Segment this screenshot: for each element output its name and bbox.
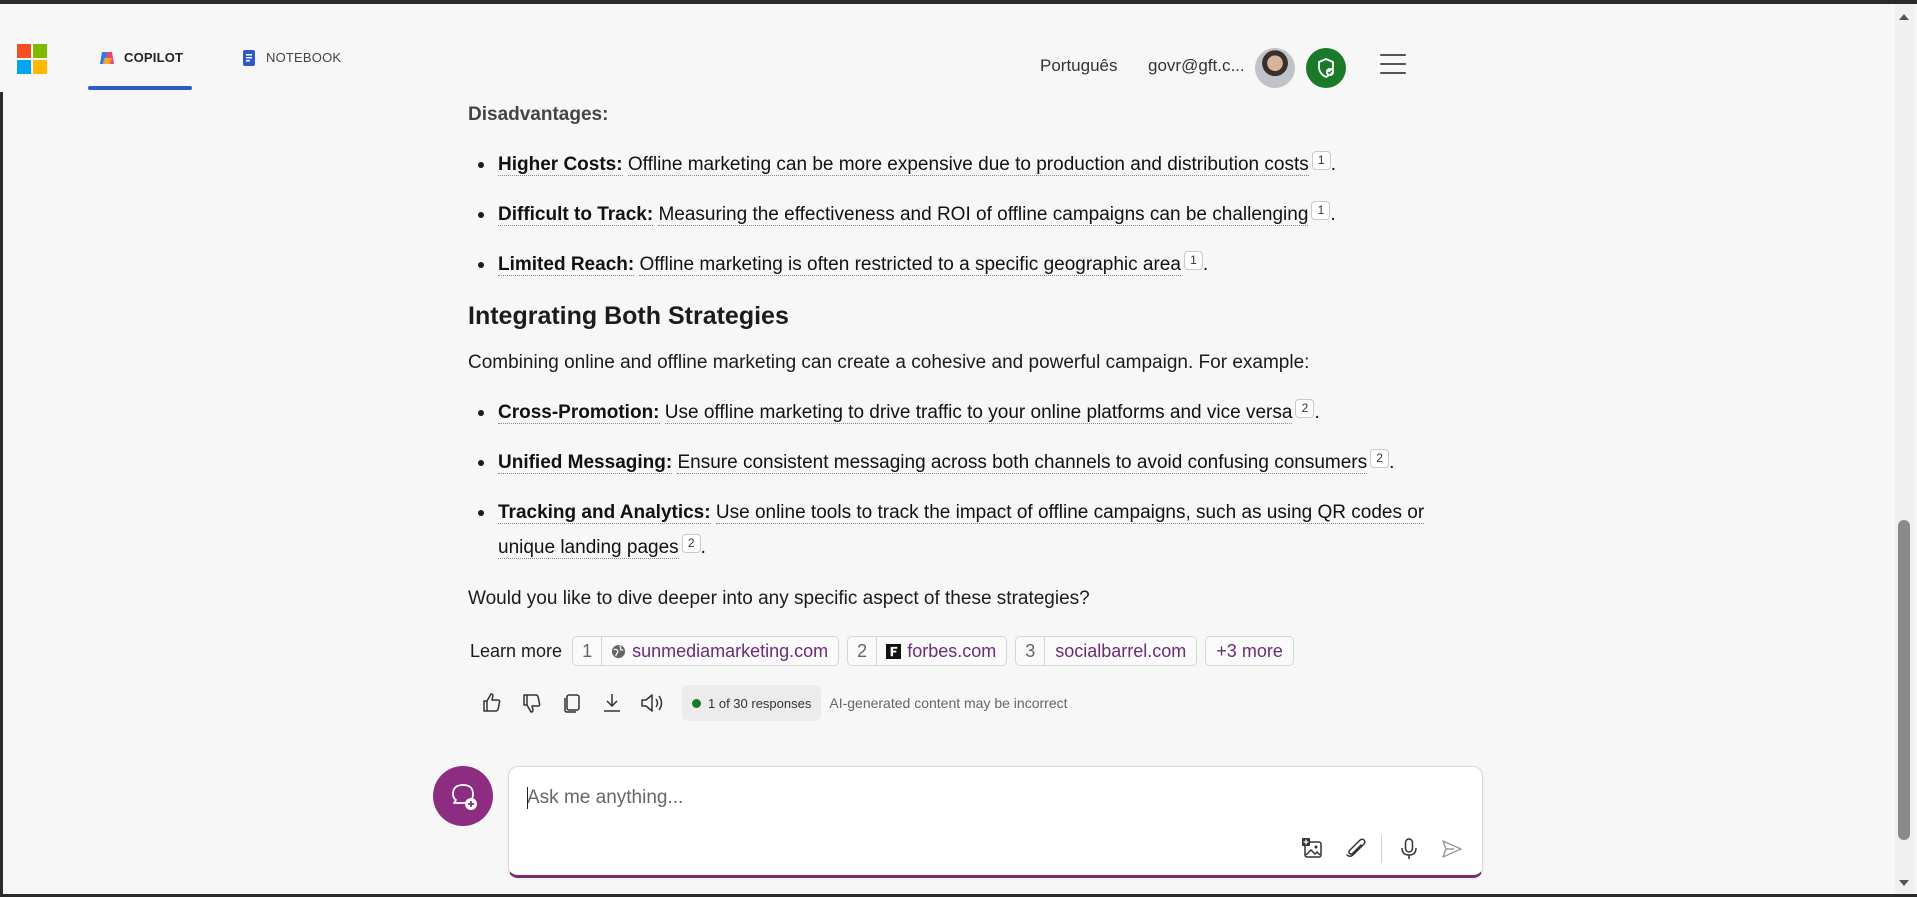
source-number: 2 <box>848 637 878 665</box>
bullet-text: Ensure consistent messaging across both … <box>677 452 1368 474</box>
tab-notebook-label: NOTEBOOK <box>266 50 342 65</box>
list-item: Cross-Promotion: Use offline marketing t… <box>478 395 1498 430</box>
source-link[interactable]: 3 socialbarrel.com <box>1015 636 1198 666</box>
input-toolbar <box>1286 833 1468 865</box>
bullet-text: Measuring the effectiveness and ROI of o… <box>658 204 1309 226</box>
citation-badge[interactable]: 1 <box>1311 151 1331 170</box>
source-number: 3 <box>1016 637 1046 665</box>
list-item: Higher Costs: Offline marketing can be m… <box>478 147 1498 182</box>
thumbs-up-button[interactable] <box>476 687 508 719</box>
citation-badge[interactable]: 2 <box>681 534 701 553</box>
bullet-title: Unified Messaging: <box>498 452 673 474</box>
source-link[interactable]: 2 forbes.com <box>847 636 1008 666</box>
add-image-icon <box>1302 838 1322 858</box>
speaker-icon <box>641 694 663 712</box>
hamburger-menu-icon[interactable] <box>1380 54 1406 74</box>
attach-icon <box>1346 838 1366 858</box>
new-chat-icon <box>452 784 477 810</box>
source-site: forbes.com <box>907 640 997 661</box>
vertical-scrollbar[interactable] <box>1895 4 1914 894</box>
scrollbar-thumb[interactable] <box>1898 520 1910 840</box>
bullet-title: Limited Reach: <box>498 254 635 276</box>
copy-button[interactable] <box>556 687 588 719</box>
read-aloud-button[interactable] <box>636 687 668 719</box>
protection-button[interactable] <box>1306 48 1346 88</box>
thumbs-down-icon <box>523 694 541 713</box>
more-sources-button[interactable]: +3 more <box>1205 636 1294 666</box>
bullet-text: Offline marketing is often restricted to… <box>639 254 1181 276</box>
text-cursor <box>527 787 528 809</box>
bullet-text: Use offline marketing to drive traffic t… <box>664 402 1293 424</box>
bullet-title: Tracking and Analytics: <box>498 502 711 524</box>
citation-badge[interactable]: 1 <box>1183 251 1203 270</box>
attach-button[interactable] <box>1340 833 1372 865</box>
copy-icon <box>564 694 580 713</box>
send-icon <box>1442 840 1462 858</box>
thumbs-down-button[interactable] <box>516 687 548 719</box>
globe-icon <box>612 644 626 658</box>
status-dot <box>692 698 701 708</box>
closing-question: Would you like to dive deeper into any s… <box>468 588 1090 609</box>
bullet-title: Cross-Promotion: <box>498 402 660 424</box>
list-item: Difficult to Track: Measuring the effect… <box>478 197 1498 232</box>
tab-notebook[interactable]: NOTEBOOK <box>230 48 341 88</box>
chat-input[interactable] <box>527 783 1427 813</box>
response-counter[interactable]: 1 of 30 responses <box>682 685 822 721</box>
microsoft-logo[interactable] <box>17 44 47 74</box>
toolbar-divider <box>1381 835 1382 863</box>
citation-badge[interactable]: 2 <box>1295 399 1315 418</box>
ai-disclaimer: AI-generated content may be incorrect <box>829 695 1068 711</box>
microphone-icon <box>1401 838 1417 859</box>
bullet-title: Higher Costs: <box>498 154 623 176</box>
bullet-title: Difficult to Track: <box>498 204 654 226</box>
source-site: socialbarrel.com <box>1055 640 1187 661</box>
language-selector[interactable]: Português <box>1040 56 1118 76</box>
download-icon <box>604 694 620 712</box>
bullet-text: Use online tools to track the impact of … <box>715 502 1425 524</box>
learn-more-label: Learn more <box>470 640 563 661</box>
tab-copilot[interactable]: COPILOT <box>88 48 192 90</box>
user-account[interactable]: govr@gft.c... <box>1148 56 1245 76</box>
response-actions: 1 of 30 responses AI-generated content m… <box>476 685 1068 721</box>
bullet-text: Offline marketing can be more expensive … <box>627 154 1309 176</box>
learn-more-bar: Learn more 1 sunmediamarketing.com 2 for… <box>470 636 1294 666</box>
avatar[interactable] <box>1255 48 1295 88</box>
list-item: Tracking and Analytics: Use online tools… <box>478 495 1498 565</box>
add-image-button[interactable] <box>1297 833 1329 865</box>
microphone-button[interactable] <box>1393 833 1425 865</box>
notebook-icon <box>243 50 255 66</box>
download-button[interactable] <box>596 687 628 719</box>
disadvantages-heading: Disadvantages: <box>468 104 609 125</box>
tab-copilot-label: COPILOT <box>124 50 184 65</box>
response-counter-label: 1 of 30 responses <box>708 695 812 711</box>
window-frame-left <box>0 0 3 897</box>
bullet-text-continued: unique landing pages <box>498 537 679 559</box>
scroll-down-icon[interactable] <box>1899 880 1909 886</box>
list-item: Unified Messaging: Ensure consistent mes… <box>478 445 1498 480</box>
shield-icon <box>1318 58 1334 78</box>
copilot-icon <box>100 52 114 64</box>
send-button[interactable] <box>1436 833 1468 865</box>
section-heading: Integrating Both Strategies <box>468 302 789 330</box>
citation-badge[interactable]: 2 <box>1370 449 1390 468</box>
source-link[interactable]: 1 sunmediamarketing.com <box>572 636 840 666</box>
forbes-icon <box>886 643 902 659</box>
intro-paragraph: Combining online and offline marketing c… <box>468 352 1310 373</box>
header: COPILOT NOTEBOOK Português govr@gft.c... <box>0 4 1895 92</box>
source-number: 1 <box>573 637 603 665</box>
active-tab-indicator <box>88 86 192 90</box>
scroll-up-icon[interactable] <box>1899 14 1909 20</box>
thumbs-up-icon <box>483 693 501 712</box>
source-site: sunmediamarketing.com <box>632 640 829 661</box>
citation-badge[interactable]: 1 <box>1311 201 1331 220</box>
chat-input-box <box>508 766 1483 878</box>
list-item: Limited Reach: Offline marketing is ofte… <box>478 247 1498 282</box>
new-topic-button[interactable] <box>433 766 493 826</box>
